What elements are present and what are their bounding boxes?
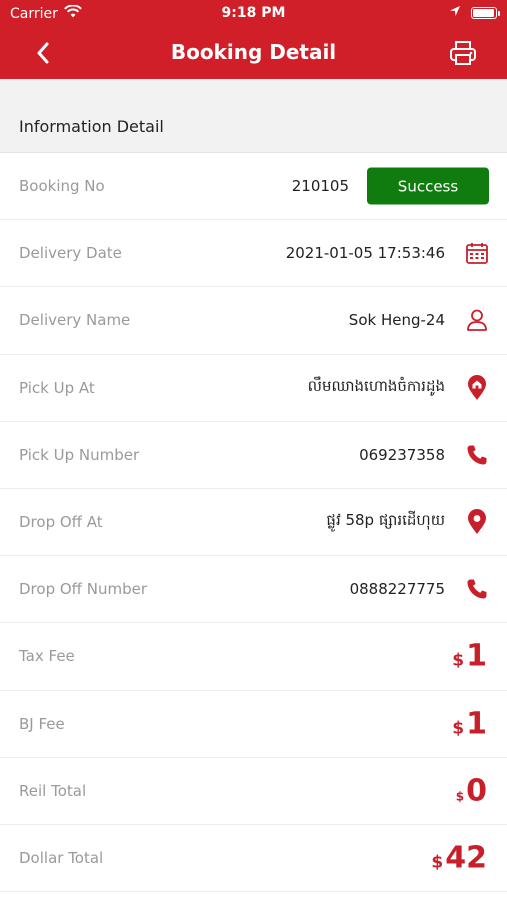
row-label: Delivery Name xyxy=(19,311,131,330)
row-label: Pick Up Number xyxy=(19,445,140,464)
battery-level xyxy=(473,9,494,17)
user-icon xyxy=(464,307,490,333)
nav-bar: Booking Detail xyxy=(0,28,507,79)
section-header: Information Detail xyxy=(0,79,507,153)
row-value: 2021-01-05 17:53:46 xyxy=(285,244,445,263)
row-value: Sok Heng-24 xyxy=(348,311,445,330)
row-value: ផ្លូវ 58p ផ្សារដើហុយ xyxy=(326,511,445,530)
reil-total-amount: $ 0 xyxy=(456,773,487,808)
tax-fee-amount: $ 1 xyxy=(452,639,487,674)
battery-icon xyxy=(471,7,500,19)
delivery-date-row: Delivery Date 2021-01-05 17:53:46 xyxy=(0,220,507,288)
reil-total-row: Reil Total $ 0 xyxy=(0,758,507,825)
home-pin-icon xyxy=(464,374,490,401)
bj-fee-row: BJ Fee $ 1 xyxy=(0,691,507,758)
booking-no-value: 210105 xyxy=(291,177,349,196)
row-label: Reil Total xyxy=(19,781,87,800)
row-label: Dollar Total xyxy=(19,848,104,867)
amount-value: 42 xyxy=(445,840,487,876)
status-badge[interactable]: Success xyxy=(367,167,489,205)
amount-value: 1 xyxy=(466,638,487,674)
phone-icon[interactable] xyxy=(464,442,490,468)
currency-symbol: $ xyxy=(452,650,465,671)
calendar-icon xyxy=(464,240,490,266)
row-label: Tax Fee xyxy=(19,647,75,666)
printer-icon xyxy=(450,41,476,65)
currency-symbol: $ xyxy=(431,852,444,873)
drop-off-at-row: Drop Off At ផ្លូវ 58p ផ្សារដើហុយ xyxy=(0,489,507,557)
row-label: Drop Off At xyxy=(19,513,103,532)
pick-up-number-row: Pick Up Number 069237358 xyxy=(0,422,507,489)
currency-symbol: $ xyxy=(452,718,465,739)
currency-symbol: $ xyxy=(455,789,465,804)
section-title: Information Detail xyxy=(19,117,164,136)
location-pin-icon xyxy=(464,509,490,535)
amount-value: 1 xyxy=(466,706,487,742)
row-label: BJ Fee xyxy=(19,714,65,733)
dollar-total-row: Dollar Total $ 42 xyxy=(0,825,507,893)
phone-icon[interactable] xyxy=(464,576,490,602)
booking-no-label: Booking No xyxy=(19,177,105,196)
dollar-total-amount: $ 42 xyxy=(431,840,487,875)
status-right xyxy=(449,5,500,21)
location-arrow-icon xyxy=(449,5,461,21)
drop-off-number-row: Drop Off Number 0888227775 xyxy=(0,556,507,624)
tax-fee-row: Tax Fee $ 1 xyxy=(0,623,507,691)
amount-value: 0 xyxy=(466,773,487,809)
row-label: Drop Off Number xyxy=(19,580,148,599)
pick-up-at-row: Pick Up At លឹមឈាងហោងចំការដូង xyxy=(0,355,507,422)
booking-no-row: Booking No 210105 Success xyxy=(0,153,507,221)
app-header: Carrier 9:18 PM Booking Detail xyxy=(0,0,507,79)
print-button[interactable] xyxy=(447,38,479,68)
row-value: លឹមឈាងហោងចំការដូង xyxy=(307,376,445,395)
clock: 9:18 PM xyxy=(221,5,286,21)
bj-fee-amount: $ 1 xyxy=(452,706,487,741)
row-value: 069237358 xyxy=(359,445,445,464)
detail-list: Booking No 210105 Success Delivery Date … xyxy=(0,153,507,893)
page-title: Booking Detail xyxy=(170,40,337,64)
delivery-name-row: Delivery Name Sok Heng-24 xyxy=(0,287,507,355)
row-value: 0888227775 xyxy=(349,580,445,599)
row-label: Delivery Date xyxy=(19,244,122,263)
row-label: Pick Up At xyxy=(19,378,95,397)
status-bar: Carrier 9:18 PM xyxy=(0,0,507,28)
